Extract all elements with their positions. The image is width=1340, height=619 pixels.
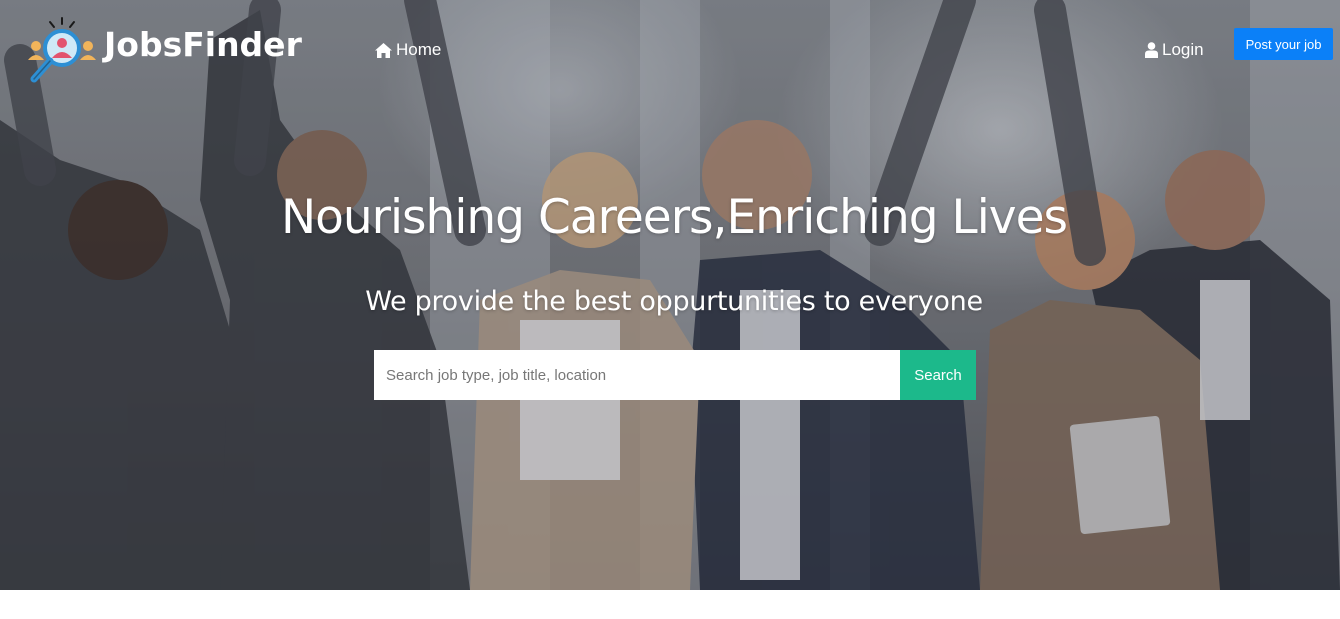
hero-subheadline: We provide the best oppurtunities to eve… — [365, 286, 983, 317]
page-body — [0, 590, 1340, 619]
nav-login-link[interactable]: Login — [1145, 40, 1204, 60]
brand-logo[interactable]: JobsFinder — [26, 16, 302, 86]
home-icon — [375, 42, 392, 58]
nav-home-link[interactable]: Home — [375, 40, 441, 60]
user-icon — [1145, 42, 1158, 58]
brand-name: JobsFinder — [104, 24, 302, 64]
post-job-button[interactable]: Post your job — [1234, 28, 1333, 60]
job-search-form: Search — [374, 350, 976, 400]
magnifier-people-icon — [28, 17, 96, 83]
nav-login-label: Login — [1162, 40, 1204, 59]
search-button[interactable]: Search — [900, 350, 976, 400]
hero-headline: Nourishing Careers,Enriching Lives — [280, 190, 1068, 245]
nav-home-label: Home — [396, 40, 442, 59]
job-search-input[interactable] — [374, 350, 900, 400]
